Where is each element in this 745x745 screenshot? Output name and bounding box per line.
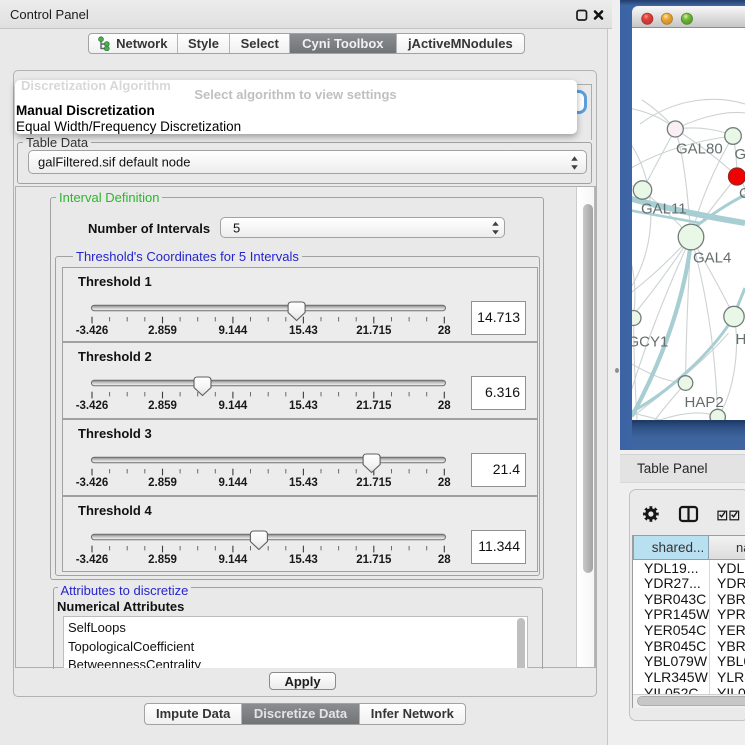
svg-text:9.144: 9.144: [219, 325, 248, 337]
svg-text:-3.426: -3.426: [76, 554, 109, 566]
svg-text:GA: GA: [735, 146, 745, 163]
svg-text:-3.426: -3.426: [76, 477, 109, 489]
svg-text:28: 28: [438, 325, 451, 337]
svg-text:GAL4: GAL4: [693, 250, 731, 267]
svg-text:28: 28: [438, 477, 451, 489]
svg-text:-3.426: -3.426: [76, 325, 109, 337]
svg-text:2.859: 2.859: [148, 554, 177, 566]
svg-text:2.859: 2.859: [148, 325, 177, 337]
svg-text:15.43: 15.43: [289, 477, 318, 489]
svg-text:HAP2: HAP2: [685, 394, 724, 411]
svg-text:2.859: 2.859: [148, 400, 177, 412]
svg-text:15.43: 15.43: [289, 325, 318, 337]
svg-text:21.715: 21.715: [356, 477, 392, 489]
svg-text:GAL80: GAL80: [676, 141, 723, 158]
svg-text:9.144: 9.144: [219, 477, 248, 489]
svg-text:9.144: 9.144: [219, 400, 248, 412]
svg-text:15.43: 15.43: [289, 400, 318, 412]
svg-text:-3.426: -3.426: [76, 400, 109, 412]
svg-text:15.43: 15.43: [289, 554, 318, 566]
svg-text:21.715: 21.715: [356, 400, 392, 412]
svg-text:H: H: [736, 331, 745, 348]
svg-text:C: C: [739, 185, 745, 202]
svg-text:28: 28: [438, 400, 451, 412]
svg-text:21.715: 21.715: [356, 554, 392, 566]
svg-text:9.144: 9.144: [219, 554, 248, 566]
svg-text:GCY1: GCY1: [632, 334, 668, 351]
svg-text:28: 28: [438, 554, 451, 566]
svg-text:GAL11: GAL11: [641, 201, 687, 218]
svg-text:21.715: 21.715: [356, 325, 392, 337]
svg-text:2.859: 2.859: [148, 477, 177, 489]
